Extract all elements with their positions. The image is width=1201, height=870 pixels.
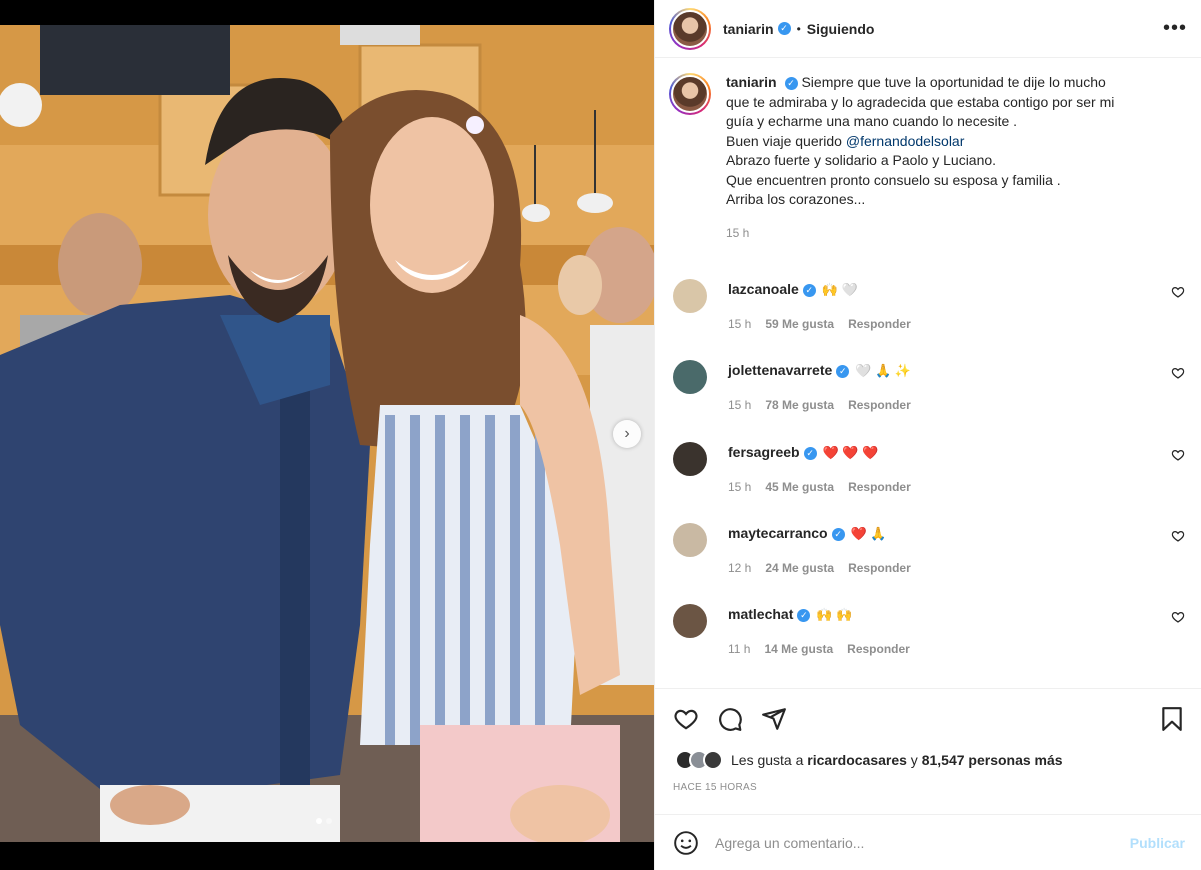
verified-badge-icon: ✓ (803, 446, 817, 460)
likes-count[interactable]: 81,547 personas más (922, 752, 1063, 768)
reply-button[interactable]: Responder (848, 398, 911, 412)
caption-avatar[interactable] (669, 73, 711, 115)
comment-heart-icon[interactable] (1171, 529, 1185, 543)
separator: • (796, 21, 801, 36)
post-caption: taniarin ✓ Siempre que tuve la oportunida… (655, 59, 1201, 243)
follow-status-button[interactable]: Siguiendo (807, 21, 875, 37)
share-icon[interactable] (761, 706, 787, 732)
commenter-username[interactable]: maytecarranco (728, 525, 828, 541)
caption-line-1: Siempre que tuve la oportunidad te dije … (801, 74, 1106, 90)
caption-line-6: Que encuentren pronto consuelo su esposa… (726, 171, 1061, 188)
commenter-username[interactable]: jolettenavarrete (728, 362, 832, 378)
heart-icon[interactable] (673, 706, 699, 732)
caption-username[interactable]: taniarin (726, 74, 777, 90)
comment-row: matlechat ✓ 🙌 🙌 11 h 14 Me gusta Responder (671, 602, 1185, 672)
comment-text: ❤️ ❤️ ❤️ (822, 445, 879, 460)
liker-username[interactable]: ricardocasares (807, 752, 907, 768)
post-panel: taniarin ✓ • Siguiendo ••• taniarin ✓ Sie… (654, 0, 1201, 870)
reply-button[interactable]: Responder (847, 642, 910, 656)
comment-likes[interactable]: 78 Me gusta (765, 398, 834, 412)
verified-badge-icon: ✓ (784, 76, 798, 90)
comment-time[interactable]: 15 h (728, 317, 751, 331)
more-icon[interactable]: ••• (1163, 17, 1187, 40)
carousel-indicator (316, 818, 332, 824)
reply-button[interactable]: Responder (848, 317, 911, 331)
caption-line-7: Arriba los corazones... (726, 191, 866, 207)
comment-likes[interactable]: 14 Me gusta (764, 642, 833, 656)
comment-time[interactable]: 15 h (728, 480, 751, 494)
comment-likes[interactable]: 59 Me gusta (765, 317, 834, 331)
comment-input[interactable] (715, 834, 1130, 851)
likes-middle: y (906, 752, 922, 768)
publish-button[interactable]: Publicar (1130, 835, 1185, 851)
comment-row: jolettenavarrete ✓ 🤍 🙏 ✨ 15 h 78 Me gusta … (671, 358, 1185, 428)
caption-line-3: guía y echarme una mano cuando lo necesi… (726, 113, 1018, 129)
caption-line-5: Abrazo fuerte y solidario a Paolo y Luci… (726, 152, 997, 168)
commenter-avatar[interactable] (673, 523, 707, 557)
comment-heart-icon[interactable] (1171, 366, 1185, 380)
verified-badge-icon: ✓ (802, 283, 816, 297)
verified-badge-icon: ✓ (836, 364, 850, 378)
comment-text: ❤️ 🙏 (850, 526, 887, 541)
carousel-dot-2 (326, 818, 332, 824)
commenter-avatar[interactable] (673, 360, 707, 394)
comment-text: 🙌 🤍 (821, 282, 858, 297)
commenter-username[interactable]: fersagreeb (728, 444, 800, 460)
post-actions: Les gusta a ricardocasares y 81,547 pers… (655, 688, 1201, 814)
post-timestamp[interactable]: HACE 15 HORAS (655, 782, 1201, 793)
commenter-username[interactable]: matlechat (728, 606, 793, 622)
commenter-avatar[interactable] (673, 442, 707, 476)
caption-line-4: Buen viaje querido (726, 132, 846, 149)
comment-likes[interactable]: 24 Me gusta (765, 561, 834, 575)
comment-text: 🙌 🙌 (816, 607, 853, 622)
commenter-username[interactable]: lazcanoale (728, 281, 799, 297)
verified-badge-icon: ✓ (777, 22, 791, 35)
comment-row: fersagreeb ✓ ❤️ ❤️ ❤️ 15 h 45 Me gusta Res… (671, 440, 1185, 510)
caption-timestamp[interactable]: 15 h (726, 224, 1166, 244)
caption-mention-link[interactable]: @fernandodelsolar (846, 133, 965, 149)
likes-summary[interactable]: Les gusta a ricardocasares y 81,547 pers… (655, 750, 1201, 770)
add-comment-bar: Publicar (655, 814, 1201, 870)
caption-line-2: que te admiraba y lo agradecida que esta… (726, 93, 1115, 110)
commenter-avatar[interactable] (673, 604, 707, 638)
commenter-avatar[interactable] (673, 279, 707, 313)
comment-heart-icon[interactable] (1171, 610, 1185, 624)
comment-likes[interactable]: 45 Me gusta (765, 480, 834, 494)
comments-list[interactable]: taniarin ✓ Siempre que tuve la oportunida… (655, 59, 1201, 687)
comment-text: 🤍 🙏 ✨ (855, 363, 912, 378)
carousel-next-button[interactable]: › (613, 420, 641, 448)
author-avatar[interactable] (669, 7, 711, 50)
reply-button[interactable]: Responder (848, 480, 911, 494)
post-media: › (0, 0, 654, 870)
carousel-dot-1 (316, 818, 322, 824)
comment-time[interactable]: 15 h (728, 398, 751, 412)
verified-badge-icon: ✓ (797, 608, 811, 622)
emoji-icon[interactable] (673, 830, 699, 856)
author-username[interactable]: taniarin (723, 21, 774, 37)
comment-heart-icon[interactable] (1171, 285, 1185, 299)
likes-prefix: Les gusta a (731, 752, 808, 768)
reply-button[interactable]: Responder (848, 561, 911, 575)
comment-time[interactable]: 12 h (728, 561, 751, 575)
comment-row: lazcanoale ✓ 🙌 🤍 15 h 59 Me gusta Responde… (671, 277, 1185, 347)
photo-illustration (0, 25, 654, 842)
post-photo[interactable] (0, 25, 654, 842)
comment-heart-icon[interactable] (1171, 448, 1185, 462)
comment-time[interactable]: 11 h (728, 642, 750, 656)
verified-badge-icon: ✓ (831, 527, 845, 541)
post-header: taniarin ✓ • Siguiendo ••• (655, 0, 1201, 58)
comment-icon[interactable] (717, 706, 743, 732)
comment-row: maytecarranco ✓ ❤️ 🙏 12 h 24 Me gusta Resp… (671, 521, 1185, 591)
chevron-right-icon: › (624, 425, 630, 442)
bookmark-icon[interactable] (1159, 706, 1185, 732)
liker-avatar (703, 750, 723, 770)
